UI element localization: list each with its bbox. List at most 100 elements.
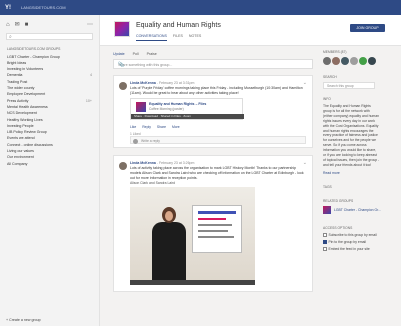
- join-group-button[interactable]: JOIN GROUP: [350, 24, 385, 32]
- members-list: [323, 57, 393, 65]
- related-group-name[interactable]: LGBT Charter - Champion Gr...: [334, 208, 381, 212]
- members-label: MEMBERS (87): [323, 50, 347, 54]
- sidebar-item-label: LIB Policy Review Group: [7, 130, 47, 135]
- group-search-input[interactable]: Search this group: [323, 82, 375, 89]
- access-option[interactable]: Pin to the group by email: [323, 240, 393, 244]
- sidebar-item-count: 4: [90, 73, 92, 78]
- person-figure: [152, 222, 186, 285]
- sidebar: ⌂ ✉ ■ ⋯ ⌕ LANGSIDETOURS.COM GROUPS LGBT …: [0, 15, 100, 326]
- sidebar-item[interactable]: All Company: [0, 160, 99, 166]
- sidebar-item-label: Bright Ideas: [7, 60, 27, 65]
- composer-tab-poll[interactable]: Poll: [133, 52, 139, 56]
- avatar[interactable]: [119, 82, 127, 90]
- tab-notes[interactable]: NOTES: [189, 34, 201, 41]
- composer-tabs: Update Poll Praise: [113, 52, 313, 56]
- search-icon: ⌕: [9, 34, 12, 40]
- poster-board: [192, 205, 242, 253]
- tags-label: TAGS: [323, 184, 332, 189]
- post-meta: Linda McKenna - February 23 at 3:26pm: [130, 161, 194, 165]
- more-button[interactable]: More: [172, 125, 180, 129]
- groups-section-label: LANGSIDETOURS.COM GROUPS: [7, 47, 61, 51]
- post-time: - February 23 at 3:26pm: [156, 161, 195, 165]
- shared-file-title[interactable]: Equality and Human Rights – Files: [149, 102, 206, 106]
- sidebar-item-label: Healthy Working Lives: [7, 117, 43, 122]
- post-text: Lots of 'Purple Friday' coffee mornings …: [130, 86, 303, 95]
- read-more-link[interactable]: Read more: [323, 171, 393, 175]
- home-icon[interactable]: ⌂: [6, 22, 10, 28]
- post-author[interactable]: Linda McKenna: [130, 81, 156, 85]
- sidebar-item-label: Events we attend: [7, 136, 35, 141]
- checkbox[interactable]: [323, 247, 327, 251]
- sidebar-item-label: Press Activity: [7, 98, 29, 103]
- right-panel: MEMBERS (87) SEARCH Search this group IN…: [323, 50, 393, 254]
- attach-icon[interactable]: 📎: [118, 62, 308, 68]
- composer-tab-update[interactable]: Update: [113, 52, 125, 56]
- post-meta: Linda McKenna - February 23 at 3:31pm: [130, 81, 194, 85]
- group-title: Equality and Human Rights: [136, 22, 221, 29]
- access-options-label: ACCESS OPTIONS: [323, 225, 353, 230]
- sidebar-item-label: Trading Post: [7, 79, 28, 84]
- tab-files[interactable]: FILES: [173, 34, 183, 41]
- sidebar-item-label: Connect - online discussions: [7, 142, 53, 147]
- reply-button[interactable]: Reply: [142, 125, 151, 129]
- groups-list: LGBT Charter - Champion Group Bright Idea…: [0, 53, 99, 166]
- group-tabs: CONVERSATIONS FILES NOTES: [136, 34, 201, 41]
- shared-file-card[interactable]: Equality and Human Rights – Files Coffee…: [130, 98, 244, 120]
- member-avatar[interactable]: [368, 57, 376, 65]
- composer-input[interactable]: Share something with this group... 📎: [113, 59, 313, 69]
- avatar[interactable]: [119, 162, 127, 170]
- like-button[interactable]: Like: [130, 125, 136, 129]
- post-text: Lots of activity taking place across the…: [130, 166, 304, 180]
- member-avatar[interactable]: [332, 57, 340, 65]
- post: Linda McKenna - February 23 at 3:31pm ⌄ …: [113, 75, 313, 148]
- group-logo: [114, 21, 130, 37]
- checkbox[interactable]: [323, 240, 327, 244]
- notification-icon[interactable]: ■: [25, 22, 29, 28]
- sidebar-item-label: Employee Development: [7, 92, 46, 97]
- checkbox[interactable]: [323, 233, 327, 237]
- related-groups-label: RELATED GROUPS: [323, 198, 354, 203]
- sidebar-item-label: NCS Development: [7, 111, 37, 116]
- sidebar-search-input[interactable]: ⌕: [6, 33, 93, 40]
- file-thumbnail: [136, 102, 146, 112]
- post-author[interactable]: Linda McKenna: [130, 161, 156, 165]
- network-name[interactable]: LANGSIDETOURS.COM: [21, 5, 66, 10]
- tagged-people-link[interactable]: Alison Clark and Sandra Laird: [130, 181, 175, 185]
- sidebar-item-label: Our environment: [7, 155, 34, 160]
- sidebar-item-label: LGBT Charter - Champion Group: [7, 54, 60, 59]
- post-time: - February 23 at 3:31pm: [156, 81, 195, 85]
- more-icon[interactable]: ⋯: [87, 21, 93, 28]
- composer-tab-praise[interactable]: Praise: [147, 52, 157, 56]
- access-option[interactable]: Subscribe to this group by email: [323, 233, 393, 237]
- post-actions: Like Reply Share More: [130, 125, 180, 129]
- file-actions-bar[interactable]: Share · Download · Shared in Files · Zoo…: [131, 114, 244, 119]
- related-group-thumbnail: [323, 205, 331, 214]
- sidebar-item-label: All Company: [7, 161, 28, 166]
- search-label: SEARCH: [323, 75, 337, 79]
- reply-placeholder: Write a reply: [141, 139, 160, 143]
- access-option[interactable]: Embed the feed in your site: [323, 247, 393, 251]
- member-avatar[interactable]: [323, 57, 331, 65]
- inbox-icon[interactable]: ✉: [15, 21, 20, 28]
- sidebar-item-label: Living our values: [7, 149, 34, 154]
- group-header: Equality and Human Rights CONVERSATIONS …: [100, 15, 401, 46]
- sidebar-item-count: 10+: [85, 98, 92, 103]
- create-group-link[interactable]: + Create a new group: [6, 318, 41, 322]
- sidebar-item-label: Investing in Volunteers: [7, 67, 44, 72]
- post: Linda McKenna - February 23 at 3:26pm ⌄ …: [113, 155, 313, 292]
- member-avatar[interactable]: [350, 57, 358, 65]
- member-avatar[interactable]: [341, 57, 349, 65]
- tab-conversations[interactable]: CONVERSATIONS: [136, 34, 167, 41]
- post-photo[interactable]: [130, 187, 255, 285]
- conversation-feed: Update Poll Praise Share something with …: [113, 52, 313, 292]
- share-button[interactable]: Share: [157, 125, 166, 129]
- reply-input[interactable]: Write a reply: [130, 136, 306, 144]
- related-group[interactable]: LGBT Charter - Champion Gr...: [323, 205, 393, 214]
- sidebar-item-label: Investing People: [7, 123, 34, 128]
- yammer-logo[interactable]: Y!: [5, 5, 11, 11]
- group-info-text: The Equality and Human Rights group is f…: [323, 104, 380, 167]
- top-navigation-bar: Y! LANGSIDETOURS.COM: [0, 0, 401, 15]
- shared-file-name: Coffee Morning (poster): [149, 107, 184, 111]
- sidebar-item-label: Dementia: [7, 73, 23, 78]
- member-avatar[interactable]: [359, 57, 367, 65]
